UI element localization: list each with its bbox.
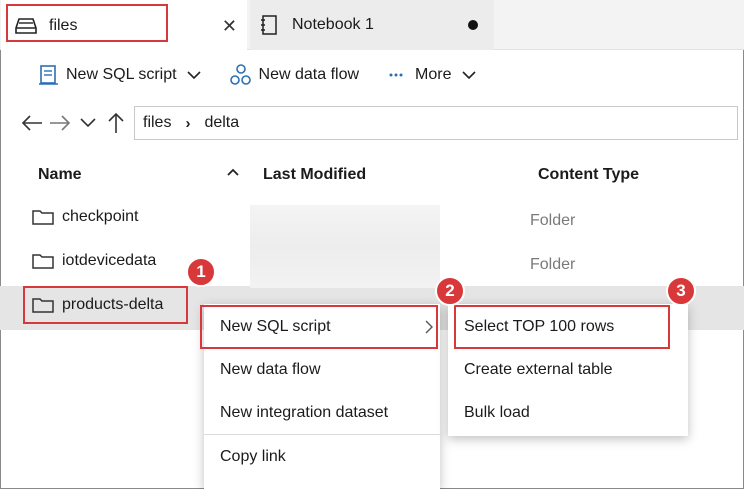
row-name: iotdevicedata <box>62 252 157 269</box>
callout-badge-3: 3 <box>666 276 696 306</box>
menu-item-create-external-table[interactable]: Create external table <box>448 349 688 391</box>
back-arrow-icon[interactable] <box>20 111 44 135</box>
highlight-new-sql-script <box>200 305 438 349</box>
sort-ascending-icon[interactable] <box>226 164 240 182</box>
new-data-flow-button[interactable]: New data flow <box>229 57 360 93</box>
unsaved-dot-icon <box>468 20 478 30</box>
menu-item-label: New integration dataset <box>220 404 389 421</box>
close-icon[interactable]: ✕ <box>222 16 237 37</box>
menu-item-label: Create external table <box>464 361 613 378</box>
menu-item-bulk-load[interactable]: Bulk load <box>448 392 688 434</box>
column-header-last-modified[interactable]: Last Modified <box>263 166 366 184</box>
breadcrumb-current[interactable]: delta <box>204 114 239 132</box>
menu-item-new-integration-dataset[interactable]: New integration dataset <box>204 392 440 434</box>
more-label: More <box>415 66 452 83</box>
column-header-name[interactable]: Name <box>38 166 82 184</box>
new-sql-script-button[interactable]: New SQL script <box>38 57 201 93</box>
breadcrumb-root[interactable]: files <box>143 114 171 132</box>
up-arrow-icon[interactable] <box>104 111 128 135</box>
chevron-down-icon <box>186 70 201 80</box>
callout-badge-1: 1 <box>186 257 216 287</box>
highlight-tab-files <box>6 4 168 42</box>
navigation-bar: files › delta <box>0 98 744 148</box>
callout-badge-2: 2 <box>435 276 465 306</box>
forward-arrow-icon[interactable] <box>48 111 72 135</box>
row-name: checkpoint <box>62 208 139 225</box>
table-header: Name Last Modified Content Type <box>0 152 744 196</box>
chevron-down-icon[interactable] <box>76 111 100 135</box>
menu-item-label: New data flow <box>220 361 321 378</box>
folder-icon <box>32 210 54 225</box>
more-button[interactable]: More <box>389 57 476 93</box>
address-bar[interactable]: files › delta <box>134 106 738 140</box>
redacted-dates <box>250 205 440 288</box>
row-content-type: Folder <box>530 212 576 229</box>
data-flow-icon <box>229 64 253 86</box>
menu-item-label: Copy link <box>220 448 286 465</box>
tab-label: Notebook 1 <box>292 16 374 33</box>
row-content-type: Folder <box>530 256 576 273</box>
chevron-down-icon <box>461 70 476 80</box>
toolbar: New SQL script New data flow More <box>0 52 744 98</box>
menu-item-new-data-flow[interactable]: New data flow <box>204 349 440 391</box>
sql-script-icon <box>38 64 60 86</box>
notebook-icon <box>260 15 278 35</box>
folder-icon <box>32 254 54 269</box>
highlight-products-delta <box>23 286 188 324</box>
ellipsis-icon <box>389 73 403 77</box>
menu-item-label: Bulk load <box>464 404 530 421</box>
menu-item-copy-link[interactable]: Copy link <box>204 436 440 478</box>
highlight-select-top-100 <box>454 305 670 349</box>
new-data-flow-label: New data flow <box>258 66 360 83</box>
breadcrumb-separator-icon: › <box>185 114 191 132</box>
column-header-content-type[interactable]: Content Type <box>538 166 639 184</box>
tab-notebook[interactable]: Notebook 1 <box>250 0 494 50</box>
menu-divider <box>204 434 440 435</box>
new-sql-script-label: New SQL script <box>66 66 177 83</box>
